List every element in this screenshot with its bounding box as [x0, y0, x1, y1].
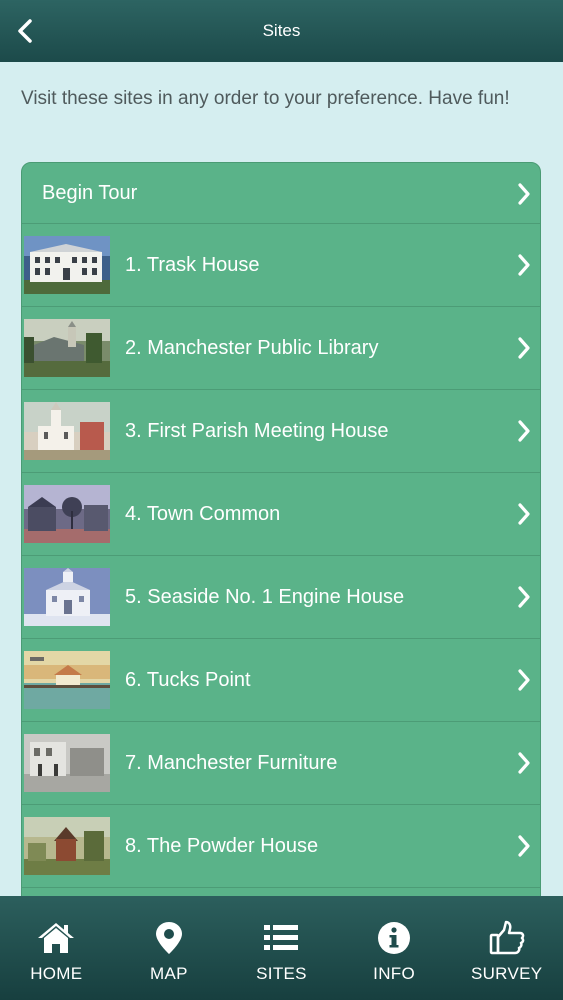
tab-map[interactable]: MAP — [113, 896, 226, 1000]
home-icon — [38, 923, 75, 953]
site-row[interactable]: 7. Manchester Furniture — [22, 722, 540, 805]
begin-tour-row[interactable]: Begin Tour — [22, 163, 540, 224]
bottom-tab-bar: HOME MAP SITES INFO SURVEY — [0, 896, 563, 1000]
site-thumbnail — [24, 817, 110, 875]
site-thumbnail — [24, 402, 110, 460]
chevron-right-icon — [518, 835, 530, 857]
tab-survey[interactable]: SURVEY — [450, 896, 563, 1000]
site-row[interactable]: 5. Seaside No. 1 Engine House — [22, 556, 540, 639]
site-thumbnail — [24, 734, 110, 792]
info-icon — [378, 922, 411, 954]
chevron-right-icon — [518, 503, 530, 525]
chevron-right-icon — [518, 586, 530, 608]
site-label: 2. Manchester Public Library — [125, 337, 379, 359]
chevron-right-icon — [518, 420, 530, 442]
chevron-right-icon — [518, 183, 530, 205]
top-nav-bar: Sites — [0, 0, 563, 62]
chevron-right-icon — [518, 669, 530, 691]
tab-label: MAP — [150, 964, 188, 983]
site-label: 6. Tucks Point — [125, 669, 251, 691]
chevron-right-icon — [518, 752, 530, 774]
tab-label: SURVEY — [470, 964, 543, 983]
site-label: 4. Town Common — [125, 503, 281, 525]
tab-label: INFO — [373, 964, 415, 983]
site-label: 5. Seaside No. 1 Engine House — [125, 586, 405, 608]
tab-label: HOME — [30, 964, 83, 983]
list-icon — [264, 925, 299, 950]
site-row[interactable]: 8. The Powder House — [22, 805, 540, 888]
chevron-right-icon — [518, 254, 530, 276]
tab-info[interactable]: INFO — [338, 896, 451, 1000]
chevron-right-icon — [518, 337, 530, 359]
site-label: 8. The Powder House — [125, 835, 319, 857]
site-label: 1. Trask House — [125, 254, 260, 276]
page-title: Sites — [262, 21, 301, 40]
tab-home[interactable]: HOME — [0, 896, 113, 1000]
site-row[interactable]: 1. Trask House — [22, 224, 540, 307]
site-row[interactable]: 6. Tucks Point — [22, 639, 540, 722]
site-label: 7. Manchester Furniture — [125, 752, 338, 774]
intro-text: Visit these sites in any order to your p… — [21, 88, 510, 109]
site-row[interactable]: 3. First Parish Meeting House — [22, 390, 540, 473]
site-thumbnail — [24, 319, 110, 377]
site-thumbnail — [24, 485, 110, 543]
site-thumbnail — [24, 236, 110, 294]
thumbs-up-icon — [489, 920, 525, 955]
sites-list: Begin Tour 1. Trask House 2. Manchester … — [21, 162, 541, 922]
begin-tour-label: Begin Tour — [42, 182, 138, 204]
site-row[interactable]: 4. Town Common — [22, 473, 540, 556]
site-label: 3. First Parish Meeting House — [125, 420, 389, 442]
site-thumbnail — [24, 568, 110, 626]
tab-label: SITES — [256, 964, 307, 983]
site-thumbnail — [24, 651, 110, 709]
site-row[interactable]: 2. Manchester Public Library — [22, 307, 540, 390]
tab-sites[interactable]: SITES — [225, 896, 338, 1000]
map-pin-icon — [155, 922, 182, 954]
